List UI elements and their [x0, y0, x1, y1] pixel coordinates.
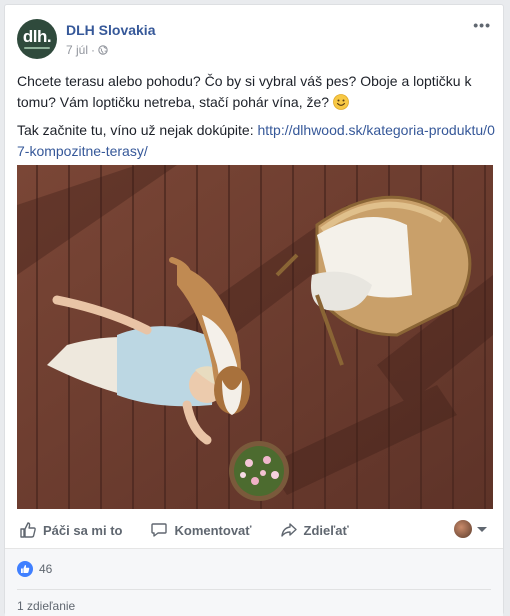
- comment-icon: [151, 523, 168, 537]
- share-button-label: Zdieľať: [303, 522, 349, 538]
- avatar-logo-text: dlh.: [22, 27, 52, 46]
- like-button-label: Páči sa mi to: [43, 522, 123, 538]
- post-date[interactable]: 7 júl: [66, 43, 88, 57]
- thumbs-up-icon: [20, 522, 36, 538]
- globe-icon: [98, 45, 108, 55]
- post-actions: Páči sa mi to Komentovať Zdieľať: [17, 513, 493, 547]
- share-button[interactable]: Zdieľať: [280, 521, 349, 539]
- more-options-button[interactable]: •••: [473, 17, 491, 33]
- smile-emoji-icon: [333, 94, 349, 110]
- post-paragraph-1: Chcete terasu alebo pohodu? Čo by si vyb…: [17, 71, 497, 113]
- like-button[interactable]: Páči sa mi to: [19, 521, 122, 539]
- comment-button[interactable]: Komentovať: [150, 521, 252, 539]
- post-text: Chcete terasu alebo pohodu? Čo by si vyb…: [17, 71, 497, 169]
- page-avatar[interactable]: dlh.: [17, 19, 57, 59]
- likes-count: 46: [39, 562, 53, 576]
- chevron-down-icon: [477, 526, 487, 532]
- post-header: dlh. DLH Slovakia 7 júl · •••: [17, 17, 491, 61]
- avatar-logo-underline: [24, 47, 50, 49]
- likes-summary[interactable]: 46: [17, 561, 52, 577]
- post-meta: 7 júl ·: [66, 43, 108, 57]
- post-paragraph-2: Tak začnite tu, víno už nejak dokúpite: …: [17, 120, 497, 162]
- react-as-selector[interactable]: [454, 520, 487, 538]
- post-stats: 46 1 zdieľanie: [5, 548, 503, 616]
- paragraph-2-text: Tak začnite tu, víno už nejak dokúpite:: [17, 122, 258, 138]
- post-card: dlh. DLH Slovakia 7 júl · ••• Chcete ter…: [4, 4, 504, 616]
- paragraph-1-text: Chcete terasu alebo pohodu? Čo by si vyb…: [17, 73, 472, 110]
- page-name-link[interactable]: DLH Slovakia: [66, 22, 155, 38]
- user-avatar: [454, 520, 472, 538]
- like-badge-icon: [17, 561, 33, 577]
- meta-separator: ·: [91, 43, 96, 57]
- share-icon: [280, 523, 297, 537]
- deck-photo-illustration: [17, 165, 493, 509]
- shares-count[interactable]: 1 zdieľanie: [17, 599, 75, 613]
- stats-divider: [17, 589, 491, 590]
- post-photo[interactable]: [17, 165, 493, 509]
- comment-button-label: Komentovať: [174, 522, 252, 538]
